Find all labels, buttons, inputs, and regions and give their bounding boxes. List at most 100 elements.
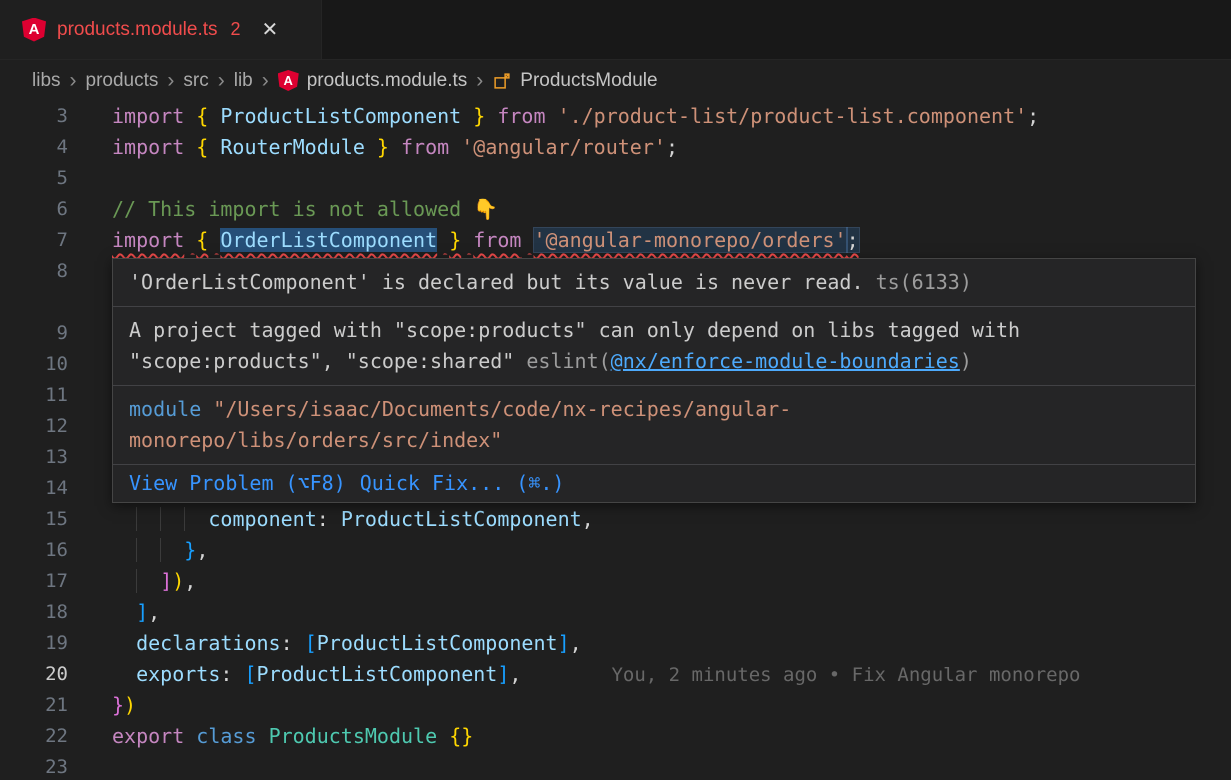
eslint-rule-link[interactable]: @nx/enforce-module-boundaries	[611, 349, 960, 373]
module-path-line1: "/Users/isaac/Documents/code/nx-recipes/…	[213, 397, 791, 421]
code-line[interactable]: 5	[0, 163, 1231, 194]
line-number: 22	[0, 721, 68, 752]
code-line[interactable]: 23	[0, 752, 1231, 780]
chevron-right-icon: ›	[218, 70, 225, 91]
line-number: 15	[0, 504, 68, 535]
breadcrumb-item-symbol[interactable]: ProductsModule	[492, 70, 657, 92]
code-token: ;	[847, 228, 859, 252]
hover-ts-diagnostic: 'OrderListComponent' is declared but its…	[113, 259, 1195, 307]
code-line[interactable]: 6// This import is not allowed 👇	[0, 194, 1231, 225]
line-number: 13	[0, 442, 68, 473]
eslint-source-close: )	[960, 349, 972, 373]
code-line[interactable]: 3import { ProductListComponent } from '.…	[0, 101, 1231, 132]
code-line[interactable]: 22 export class ProductsModule {}	[0, 721, 1231, 752]
code-line-content: })	[68, 690, 136, 721]
code-token	[184, 104, 196, 128]
code-line[interactable]: 16 },	[0, 535, 1231, 566]
breadcrumb-item-lib[interactable]: lib	[234, 70, 253, 92]
code-token: }	[112, 693, 124, 717]
code-line-content	[68, 318, 112, 349]
hover-popup: 'OrderListComponent' is declared but its…	[112, 258, 1196, 503]
line-number: 23	[0, 752, 68, 780]
code-token	[184, 507, 208, 531]
code-token: ProductListComponent	[341, 507, 582, 531]
code-token: ]	[136, 600, 148, 624]
code-line[interactable]: 20 exports: [ProductListComponent],You, …	[0, 659, 1231, 690]
module-keyword: module	[129, 397, 201, 421]
code-line-content: component: ProductListComponent,	[68, 504, 594, 535]
git-blame-annotation: You, 2 minutes ago • Fix Angular monorep…	[611, 664, 1080, 686]
code-line[interactable]: 19 declarations: [ProductListComponent],	[0, 628, 1231, 659]
tab-products-module[interactable]: A products.module.ts 2 ✕	[0, 0, 322, 59]
line-number: 9	[0, 318, 68, 349]
code-line-content	[68, 752, 112, 780]
code-line[interactable]: 21})	[0, 690, 1231, 721]
code-line-content	[68, 349, 112, 380]
code-token: ProductsModule	[269, 724, 438, 748]
hover-eslint-diagnostic: A project tagged with "scope:products" c…	[113, 307, 1195, 386]
code-token: {}	[449, 724, 473, 748]
code-token: import	[112, 135, 184, 159]
code-line[interactable]: 7import { OrderListComponent } from '@an…	[0, 225, 1231, 256]
code-token: }	[184, 538, 196, 562]
code-token	[257, 724, 269, 748]
breadcrumb-item-libs[interactable]: libs	[32, 70, 61, 92]
eslint-message-line2: "scope:products", "scope:shared" eslint(…	[129, 346, 1179, 377]
code-token: ]	[558, 631, 570, 655]
code-line-content: import { ProductListComponent } from './…	[68, 101, 1039, 132]
line-number: 20	[0, 659, 68, 690]
angular-letter: A	[29, 22, 40, 37]
code-line-content	[68, 256, 112, 287]
breadcrumb: libs › products › src › lib › A products…	[0, 60, 1231, 101]
code-token	[521, 228, 533, 252]
line-number: 11	[0, 380, 68, 411]
module-path-line2: monorepo/libs/orders/src/index"	[129, 428, 502, 452]
code-token	[136, 507, 160, 531]
chevron-right-icon: ›	[262, 70, 269, 91]
code-line-content	[68, 473, 112, 504]
code-token: RouterModule	[208, 135, 377, 159]
code-token: from	[401, 135, 449, 159]
code-line-content: },	[68, 535, 208, 566]
code-line[interactable]: 18 ],	[0, 597, 1231, 628]
breadcrumb-item-products[interactable]: products	[86, 70, 159, 92]
code-line[interactable]: 17 ]),	[0, 566, 1231, 597]
code-token: './product-list/product-list.component'	[558, 104, 1028, 128]
code-token: ProductListComponent	[257, 662, 498, 686]
code-token: ,	[582, 507, 594, 531]
breadcrumb-item-src[interactable]: src	[183, 70, 208, 92]
code-token: }	[449, 228, 461, 252]
view-problem-action[interactable]: View Problem (⌥F8)	[129, 468, 346, 499]
code-token	[437, 228, 449, 252]
line-number: 8	[0, 256, 68, 287]
breadcrumb-symbol-label: ProductsModule	[520, 70, 657, 92]
code-token: export	[112, 724, 184, 748]
line-number	[0, 287, 68, 318]
code-token: :	[220, 662, 244, 686]
code-line-content: exports: [ProductListComponent],You, 2 m…	[68, 659, 1080, 690]
code-token	[461, 228, 473, 252]
tab-bar: A products.module.ts 2 ✕	[0, 0, 1231, 60]
angular-letter: A	[284, 74, 293, 87]
code-token: class	[196, 724, 256, 748]
code-line[interactable]: 4import { RouterModule } from '@angular/…	[0, 132, 1231, 163]
hover-status-bar: View Problem (⌥F8) Quick Fix... (⌘.)	[113, 465, 1195, 502]
angular-file-icon: A	[22, 18, 46, 42]
code-line[interactable]: 15 component: ProductListComponent,	[0, 504, 1231, 535]
code-token: }	[473, 104, 485, 128]
class-symbol-icon	[492, 71, 512, 91]
code-editor[interactable]: 3import { ProductListComponent } from '.…	[0, 101, 1231, 780]
code-token	[437, 724, 449, 748]
code-token: )	[172, 569, 184, 593]
breadcrumb-file-label: products.module.ts	[307, 70, 468, 92]
line-number: 16	[0, 535, 68, 566]
code-token	[485, 104, 497, 128]
code-token: ,	[509, 662, 521, 686]
code-token	[184, 724, 196, 748]
eslint-message-line1: A project tagged with "scope:products" c…	[129, 315, 1179, 346]
quick-fix-action[interactable]: Quick Fix... (⌘.)	[360, 468, 565, 499]
close-icon[interactable]: ✕	[262, 17, 279, 42]
code-token	[160, 507, 184, 531]
breadcrumb-item-file[interactable]: A products.module.ts	[278, 70, 468, 92]
line-number: 10	[0, 349, 68, 380]
